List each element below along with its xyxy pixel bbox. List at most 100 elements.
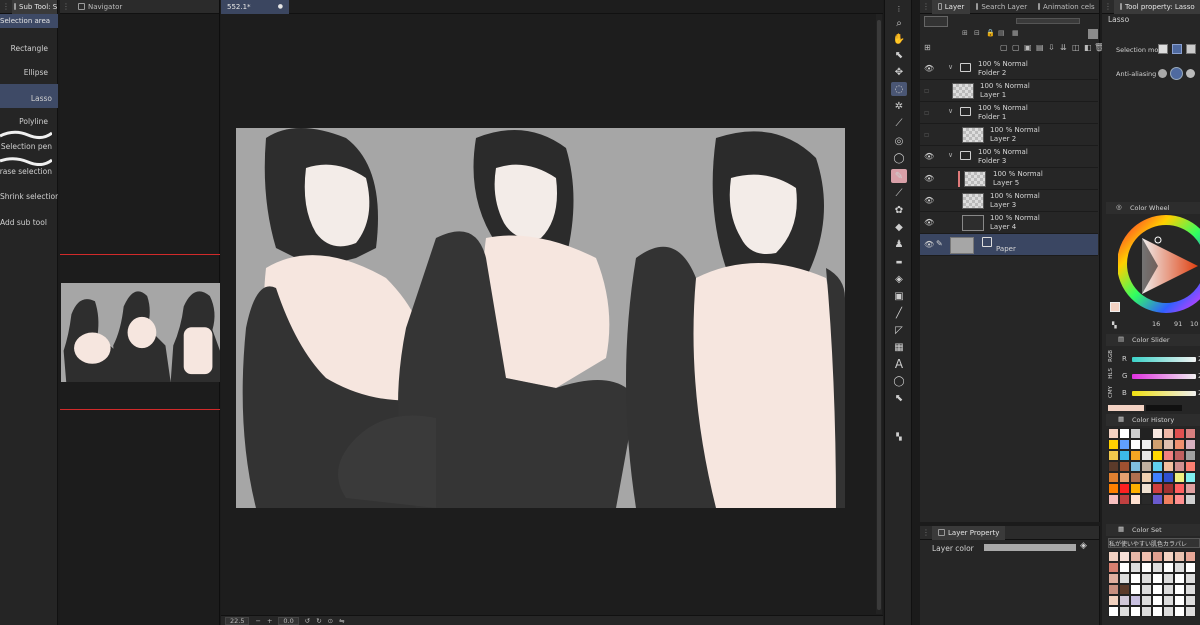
color-history-swatch[interactable] xyxy=(1163,472,1174,483)
color-set-swatch[interactable] xyxy=(1119,595,1130,606)
color-set-swatch[interactable] xyxy=(1152,606,1163,617)
color-set-swatch[interactable] xyxy=(1174,551,1185,562)
clipping-icon[interactable]: ⊞ xyxy=(962,29,968,37)
color-history-swatch[interactable] xyxy=(1119,461,1130,472)
color-history-swatch[interactable] xyxy=(1108,472,1119,483)
color-set-swatch[interactable] xyxy=(1185,562,1196,573)
color-set-swatch[interactable] xyxy=(1174,606,1185,617)
pencil-tool-icon[interactable]: ◯ xyxy=(891,151,907,165)
flip-icon[interactable]: ⇋ xyxy=(339,617,344,625)
color-set-swatch[interactable] xyxy=(1141,595,1152,606)
lock-icon[interactable]: 🔒 xyxy=(986,29,995,37)
color-history-swatch[interactable] xyxy=(1185,472,1196,483)
color-history-swatch[interactable] xyxy=(1130,494,1141,505)
color-history-grid[interactable] xyxy=(1108,428,1196,505)
tab-layer[interactable]: Layer xyxy=(932,0,971,14)
color-set-swatch[interactable] xyxy=(1185,606,1196,617)
color-history-swatch[interactable] xyxy=(1141,439,1152,450)
transparent-color-icon[interactable]: ▚ xyxy=(891,430,907,444)
slider-g-bar[interactable] xyxy=(1132,374,1196,379)
figure-tool-icon[interactable]: ╱ xyxy=(891,306,907,320)
subtool-selection-pen[interactable]: Selection pen xyxy=(0,128,58,156)
color-history-swatch[interactable] xyxy=(1130,428,1141,439)
color-history-swatch[interactable] xyxy=(1119,494,1130,505)
color-history-swatch[interactable] xyxy=(1130,461,1141,472)
tab-animation-cels[interactable]: Animation cels xyxy=(1032,0,1099,14)
color-set-swatch[interactable] xyxy=(1130,584,1141,595)
text-tool-icon[interactable]: A xyxy=(891,357,907,371)
color-set-swatch[interactable] xyxy=(1141,573,1152,584)
color-set-swatch[interactable] xyxy=(1174,584,1185,595)
new-vector-layer-icon[interactable]: ▢ xyxy=(1012,43,1020,52)
lock-transparency-icon[interactable]: ▤ xyxy=(998,29,1005,37)
layer-row-folder-3[interactable]: 👁 ∨ 100 % Normal Folder 3 xyxy=(920,146,1098,168)
color-history-swatch[interactable] xyxy=(1141,428,1152,439)
color-history-swatch[interactable] xyxy=(1119,483,1130,494)
slider-g[interactable]: G 2 xyxy=(1110,372,1200,382)
folder-expand-icon[interactable]: ∨ xyxy=(948,151,953,159)
operation-tool-icon[interactable]: ⬉ xyxy=(891,48,907,62)
slider-r-bar[interactable] xyxy=(1132,357,1196,362)
color-set-swatch[interactable] xyxy=(1185,584,1196,595)
canvas-vertical-scrollbar[interactable] xyxy=(876,14,882,614)
add-subtool-button[interactable]: Add sub tool xyxy=(0,218,58,240)
subtool-lasso[interactable]: Lasso xyxy=(0,84,58,108)
color-set-swatch[interactable] xyxy=(1119,573,1130,584)
color-set-swatch[interactable] xyxy=(1141,551,1152,562)
color-set-swatch[interactable] xyxy=(1130,551,1141,562)
color-history-swatch[interactable] xyxy=(1174,461,1185,472)
folder-expand-icon[interactable]: ∨ xyxy=(948,107,953,115)
color-set-swatch[interactable] xyxy=(1152,573,1163,584)
anti-aliasing-medium-icon[interactable] xyxy=(1186,69,1195,78)
gradient-tool-icon[interactable]: ▣ xyxy=(891,289,907,303)
transfer-down-icon[interactable]: ⇩ xyxy=(1048,43,1055,52)
color-set-swatch[interactable] xyxy=(1108,551,1119,562)
color-set-swatch[interactable] xyxy=(1174,562,1185,573)
scrollbar-thumb[interactable] xyxy=(877,20,881,610)
layer-row-layer-4[interactable]: 👁 100 % Normal Layer 4 xyxy=(920,212,1098,234)
color-set-swatch[interactable] xyxy=(1108,573,1119,584)
color-set-swatch[interactable] xyxy=(1141,584,1152,595)
color-history-swatch[interactable] xyxy=(1108,494,1119,505)
color-history-swatch[interactable] xyxy=(1185,450,1196,461)
color-history-swatch[interactable] xyxy=(1152,428,1163,439)
drag-handle-icon[interactable]: ⋮ xyxy=(0,2,12,11)
color-history-swatch[interactable] xyxy=(1130,472,1141,483)
slider-r[interactable]: R 2 xyxy=(1110,355,1200,365)
color-set-swatch[interactable] xyxy=(1119,606,1130,617)
layer-row-layer-2[interactable]: ▫ 100 % Normal Layer 2 xyxy=(920,124,1098,146)
color-wheel[interactable] xyxy=(1118,214,1200,314)
color-history-swatch[interactable] xyxy=(1163,428,1174,439)
color-history-swatch[interactable] xyxy=(1119,450,1130,461)
color-set-swatch[interactable] xyxy=(1108,595,1119,606)
color-history-swatch[interactable] xyxy=(1163,461,1174,472)
layer-row-folder-2[interactable]: 👁 ∨ 100 % Normal Folder 2 xyxy=(920,58,1098,80)
color-history-swatch[interactable] xyxy=(1163,450,1174,461)
tab-layer-property[interactable]: Layer Property xyxy=(932,525,1006,540)
color-history-swatch[interactable] xyxy=(1141,494,1152,505)
color-history-swatch[interactable] xyxy=(1141,472,1152,483)
visibility-eye-icon[interactable]: 👁 xyxy=(924,64,934,73)
blend-tool-icon[interactable]: ♟ xyxy=(891,237,907,251)
visibility-eye-icon[interactable]: ▫ xyxy=(924,108,934,117)
color-set-grid[interactable] xyxy=(1108,551,1196,617)
color-set-swatch[interactable] xyxy=(1119,584,1130,595)
drag-handle-icon[interactable]: ⋮ xyxy=(920,2,932,11)
color-set-swatch[interactable] xyxy=(1163,595,1174,606)
fill-color-icon[interactable]: ◈ xyxy=(1080,541,1087,551)
combine-down-icon[interactable]: ⇊ xyxy=(1060,43,1067,52)
tab-subtool[interactable]: Sub Tool: Selection xyxy=(12,0,57,14)
color-history-swatch[interactable] xyxy=(1185,494,1196,505)
layer-row-layer-3[interactable]: 👁 100 % Normal Layer 3 xyxy=(920,190,1098,212)
auto-select-tool-icon[interactable]: ✲ xyxy=(891,99,907,113)
color-set-swatch[interactable] xyxy=(1174,573,1185,584)
color-history-swatch[interactable] xyxy=(1108,439,1119,450)
pen-tool-icon[interactable]: ◎ xyxy=(891,134,907,148)
color-set-swatch[interactable] xyxy=(1185,595,1196,606)
layer-panel-menu-icon[interactable]: ⊞ xyxy=(924,43,931,52)
rotation-field[interactable]: 0.0 xyxy=(278,616,299,625)
color-history-swatch[interactable] xyxy=(1119,439,1130,450)
color-set-swatch[interactable] xyxy=(1163,584,1174,595)
fill-tool-icon[interactable]: ◈ xyxy=(891,272,907,286)
visibility-eye-icon[interactable]: 👁 xyxy=(924,196,934,205)
